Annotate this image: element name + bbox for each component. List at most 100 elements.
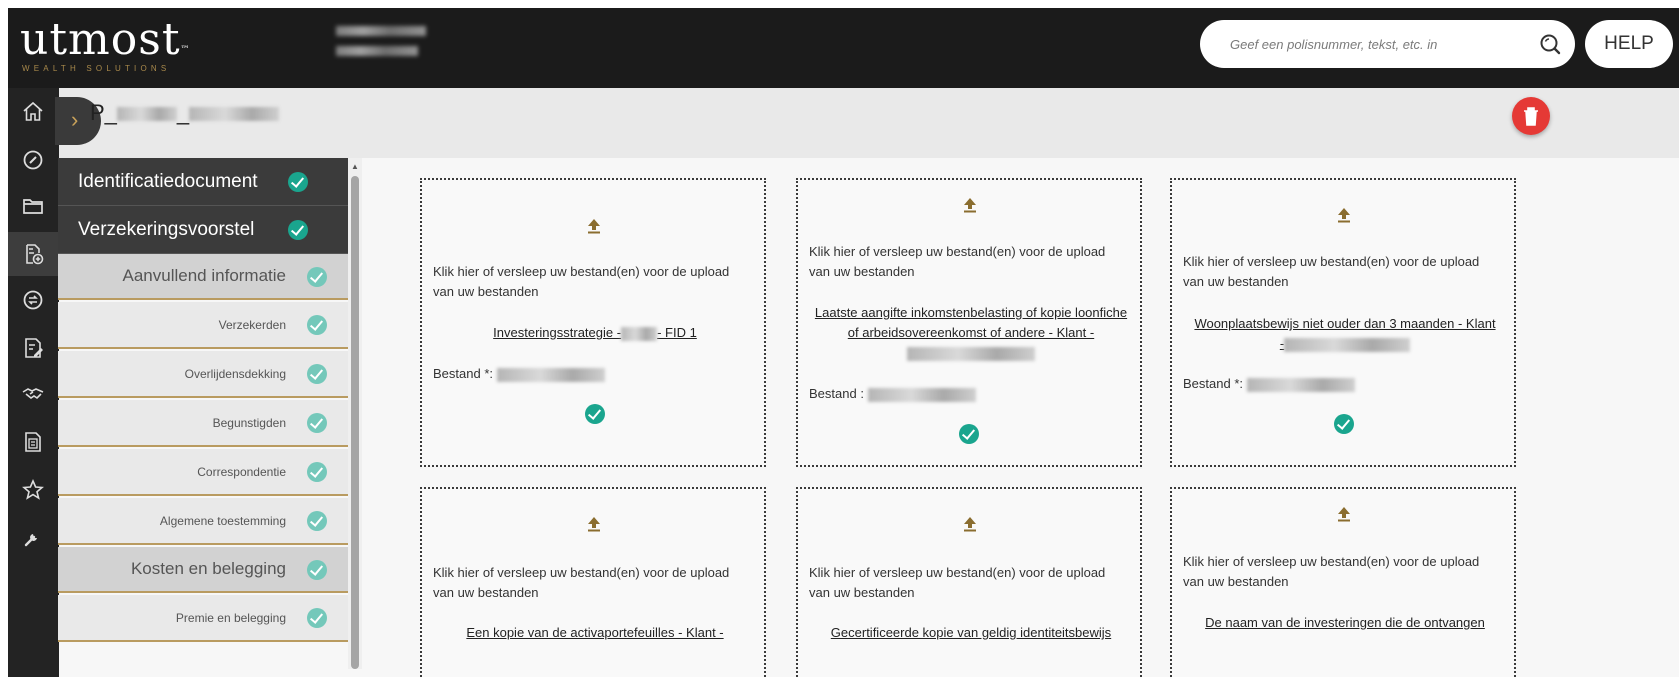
check-icon [307, 413, 327, 433]
document-title-a: Investeringsstrategie - [493, 325, 622, 340]
search-input[interactable] [1230, 32, 1530, 56]
page-title-prefix: P_ [90, 100, 117, 125]
step-label: Aanvullend informatie [122, 266, 286, 285]
dashboard-icon[interactable] [21, 148, 45, 172]
step-begunstigden[interactable]: Begunstigden [58, 400, 348, 447]
upload-icon [588, 517, 600, 532]
redacted-text [1284, 337, 1411, 352]
top-bar: utmost™ WEALTH SOLUTIONS HELP [8, 8, 1679, 88]
document-title[interactable]: Laatste aangifte inkomstenbelasting of k… [808, 303, 1134, 363]
file-label: Bestand *: [433, 366, 493, 381]
upload-card[interactable]: Klik hier of versleep uw bestand(en) voo… [1170, 487, 1516, 677]
star-icon[interactable] [21, 478, 45, 502]
check-icon [307, 364, 327, 384]
check-icon [307, 462, 327, 482]
step-premie-en-belegging[interactable]: Premie en belegging [58, 595, 348, 642]
step-label: Premie en belegging [175, 611, 286, 625]
redacted-file-name [867, 387, 976, 402]
upload-instruction: Klik hier of versleep uw bestand(en) voo… [809, 244, 1106, 279]
file-field: Bestand : [809, 386, 976, 402]
page-title-separator: _ [176, 100, 190, 125]
upload-icon [588, 219, 600, 234]
scrollbar-thumb[interactable] [351, 176, 359, 669]
document-title[interactable]: Investeringsstrategie - - FID 1 [432, 323, 758, 343]
step-correspondentie[interactable]: Correspondentie [58, 449, 348, 496]
step-label: Correspondentie [197, 465, 286, 479]
check-icon [288, 172, 308, 192]
redacted-name-2 [189, 107, 280, 122]
check-icon [307, 315, 327, 335]
check-icon [288, 220, 308, 240]
check-icon [307, 608, 327, 628]
logo[interactable]: utmost™ [20, 12, 191, 68]
step-aanvullend-informatie[interactable]: Aanvullend informatie [58, 254, 348, 300]
redacted-user-info-2 [336, 46, 418, 56]
step-label: Kosten en belegging [130, 559, 286, 578]
file-label: Bestand : [809, 386, 864, 401]
step-identificatiedocument[interactable]: Identificatiedocument [58, 158, 348, 206]
redacted-file-name [496, 367, 605, 382]
uploaded-check-icon [959, 424, 979, 444]
check-icon [307, 511, 327, 531]
step-verzekeringsvoorstel[interactable]: Verzekeringsvoorstel [58, 206, 348, 254]
uploaded-check-icon [1334, 414, 1354, 434]
check-icon [307, 560, 327, 580]
chevron-right-icon: › [71, 107, 79, 132]
document-title[interactable]: Een kopie van de activaportefeuilles - K… [432, 623, 758, 643]
home-icon[interactable] [21, 100, 45, 124]
upload-card[interactable]: Klik hier of versleep uw bestand(en) voo… [420, 178, 766, 467]
logo-trademark: ™ [180, 45, 191, 55]
step-menu-scrollbar[interactable]: ▲ [348, 158, 362, 669]
document-title-a: Woonplaatsbewijs niet ouder dan 3 maande… [1194, 316, 1496, 331]
step-overlijdensdekking[interactable]: Overlijdensdekking [58, 351, 348, 398]
logo-subtitle: WEALTH SOLUTIONS [22, 64, 171, 73]
step-menu: Identificatiedocument Verzekeringsvoorst… [58, 158, 348, 669]
step-verzekerden[interactable]: Verzekerden [58, 302, 348, 349]
icon-rail [8, 88, 59, 677]
scroll-up-arrow-icon[interactable]: ▲ [351, 162, 359, 171]
search-icon[interactable] [1538, 32, 1562, 56]
document-title-a: Laatste aangifte inkomstenbelasting of k… [814, 305, 1128, 340]
redacted-text [907, 346, 1035, 361]
file-field: Bestand *: [433, 366, 605, 382]
uploaded-check-icon [585, 404, 605, 424]
document-title[interactable]: Woonplaatsbewijs niet ouder dan 3 maande… [1182, 314, 1508, 354]
step-label: Overlijdensdekking [184, 367, 286, 381]
globe-transfer-icon[interactable] [21, 288, 45, 312]
handshake-icon[interactable] [21, 382, 45, 406]
step-kosten-en-belegging[interactable]: Kosten en belegging [58, 547, 348, 593]
step-label: Identificatiedocument [78, 171, 258, 192]
page-title: P_ _ [90, 100, 280, 126]
check-icon [307, 267, 327, 287]
page-header [59, 88, 1679, 158]
step-label: Algemene toestemming [159, 514, 286, 528]
upload-icon [1338, 208, 1350, 223]
upload-instruction: Klik hier of versleep uw bestand(en) voo… [433, 565, 730, 600]
edit-document-icon[interactable] [21, 336, 45, 360]
step-label: Begunstigden [212, 416, 286, 430]
help-button[interactable]: HELP [1585, 20, 1673, 68]
calculator-document-icon[interactable] [21, 430, 45, 454]
document-title-b: - FID 1 [657, 325, 697, 340]
logo-text: utmost [20, 14, 181, 65]
upload-instruction: Klik hier of versleep uw bestand(en) voo… [1183, 554, 1480, 589]
step-label: Verzekeringsvoorstel [78, 219, 255, 240]
delete-button[interactable] [1512, 97, 1550, 135]
upload-card[interactable]: Klik hier of versleep uw bestand(en) voo… [796, 178, 1142, 467]
redacted-name-1 [116, 107, 177, 122]
upload-card[interactable]: Klik hier of versleep uw bestand(en) voo… [796, 487, 1142, 677]
upload-icon [964, 198, 976, 213]
new-policy-icon[interactable] [8, 232, 59, 276]
step-algemene-toestemming[interactable]: Algemene toestemming [58, 498, 348, 545]
trash-icon [1524, 107, 1538, 126]
document-title[interactable]: Gecertificeerde kopie van geldig identit… [808, 623, 1134, 643]
step-label: Verzekerden [218, 318, 286, 332]
document-title[interactable]: De naam van de investeringen die de ontv… [1182, 613, 1508, 633]
upload-icon [964, 517, 976, 532]
upload-icon [1338, 507, 1350, 522]
upload-card[interactable]: Klik hier of versleep uw bestand(en) voo… [1170, 178, 1516, 467]
upload-card[interactable]: Klik hier of versleep uw bestand(en) voo… [420, 487, 766, 677]
folder-icon[interactable] [21, 194, 45, 218]
upload-instruction: Klik hier of versleep uw bestand(en) voo… [433, 264, 730, 299]
wrench-icon[interactable] [21, 526, 45, 550]
